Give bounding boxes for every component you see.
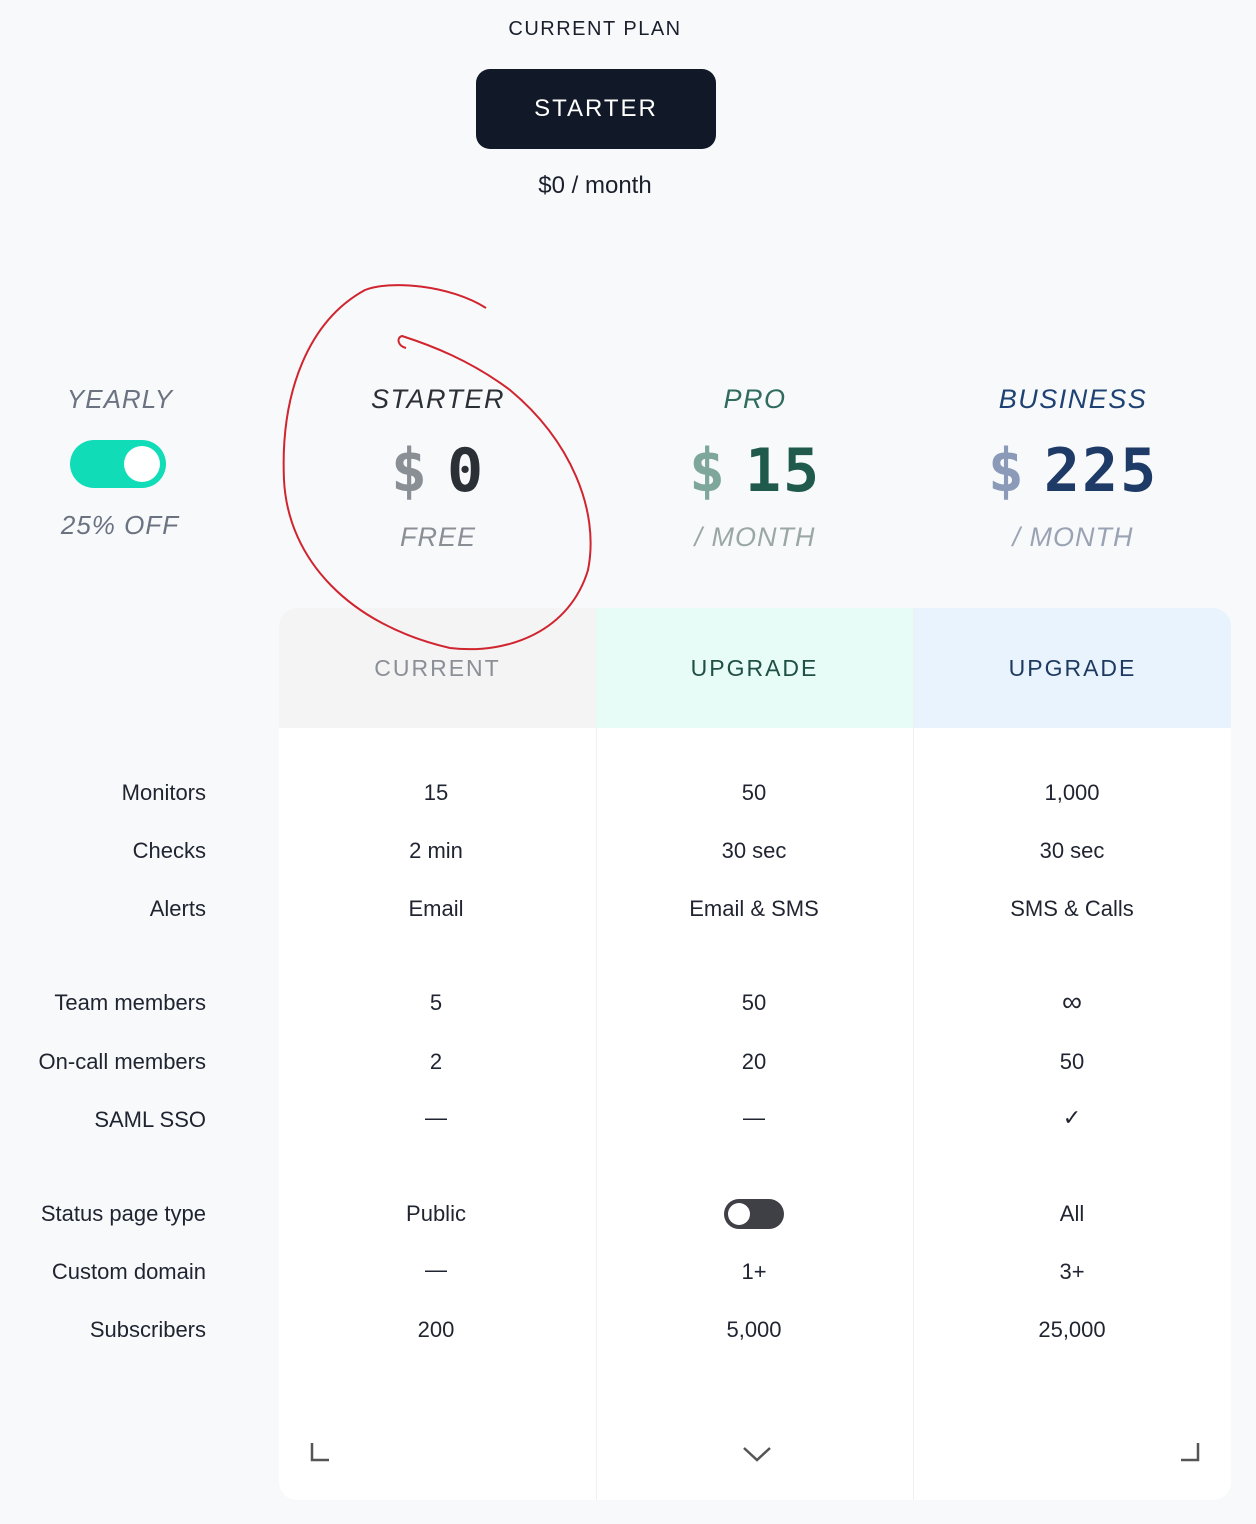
plan-price-pro: $15 <box>596 436 914 506</box>
current-plan-price: $0 / month <box>538 172 652 199</box>
price-amount: 225 <box>1043 436 1159 506</box>
feature-label-custom-domain: Custom domain <box>51 1259 206 1284</box>
currency-symbol: $ <box>688 436 727 506</box>
feature-value: 1+ <box>741 1259 767 1284</box>
feature-value: 5,000 <box>726 1317 782 1342</box>
plan-price-business: $225 <box>914 436 1232 506</box>
feature-value: 1,000 <box>1044 780 1100 805</box>
feature-value: All <box>1059 1201 1085 1226</box>
feature-value: 5 <box>429 990 443 1015</box>
feature-value: 30 sec <box>1039 838 1105 863</box>
billing-period-label: YEARLY <box>66 384 174 414</box>
feature-value: 20 <box>741 1049 767 1074</box>
feature-label-status-page-type: Status page type <box>40 1201 206 1226</box>
feature-value: 50 <box>741 780 767 805</box>
feature-value: 2 min <box>409 838 463 863</box>
feature-label-team-members: Team members <box>54 990 206 1015</box>
corner-bracket-left-icon <box>310 1443 329 1462</box>
upgrade-pro-button[interactable]: UPGRADE <box>596 608 913 728</box>
infinity-icon: ∞ <box>1062 986 1082 1017</box>
feature-label-subscribers: Subscribers <box>89 1317 206 1342</box>
dash-icon: — <box>425 1105 447 1130</box>
toggle-knob <box>728 1203 750 1225</box>
toggle-knob <box>124 446 160 482</box>
price-amount: 15 <box>744 436 822 506</box>
feature-label-on-call-members: On-call members <box>38 1049 206 1074</box>
dash-icon: — <box>743 1105 765 1130</box>
plan-name-pro: PRO <box>723 384 787 414</box>
feature-value: 15 <box>423 780 449 805</box>
feature-value: SMS & Calls <box>1010 896 1134 921</box>
feature-value: 3+ <box>1059 1259 1085 1284</box>
plan-period-pro: / MONTH <box>694 522 816 552</box>
status-page-type-toggle[interactable] <box>724 1199 784 1229</box>
feature-value: 30 sec <box>721 838 787 863</box>
annotation-circle <box>282 284 592 651</box>
feature-value: 25,000 <box>1038 1317 1106 1342</box>
feature-label-checks: Checks <box>132 838 206 863</box>
feature-label-alerts: Alerts <box>149 896 206 921</box>
yearly-billing-toggle[interactable] <box>70 440 166 488</box>
upgrade-business-button[interactable]: UPGRADE <box>914 608 1231 728</box>
plan-period-business: / MONTH <box>1012 522 1134 552</box>
dash-icon: — <box>425 1257 447 1282</box>
feature-value: 2 <box>429 1049 443 1074</box>
feature-value: 50 <box>741 990 767 1015</box>
current-plan-label: CURRENT PLAN <box>508 18 682 40</box>
feature-value: Public <box>406 1201 466 1226</box>
feature-value: Email <box>408 896 464 921</box>
discount-label: 25% OFF <box>60 510 180 540</box>
annotation-stroke <box>282 284 592 651</box>
corner-bracket-right-icon <box>1181 1443 1200 1462</box>
currency-symbol: $ <box>987 436 1026 506</box>
feature-label-monitors: Monitors <box>121 780 206 805</box>
feature-value: Email & SMS <box>689 896 819 921</box>
feature-value: 200 <box>417 1317 455 1342</box>
plan-name-business: BUSINESS <box>998 384 1148 414</box>
feature-value: 50 <box>1059 1049 1085 1074</box>
feature-label-saml-sso: SAML SSO <box>94 1107 206 1132</box>
checkmark-icon: ✓ <box>1062 1105 1082 1130</box>
chevron-down-icon[interactable] <box>742 1442 772 1466</box>
current-plan-button[interactable]: STARTER <box>476 69 716 149</box>
